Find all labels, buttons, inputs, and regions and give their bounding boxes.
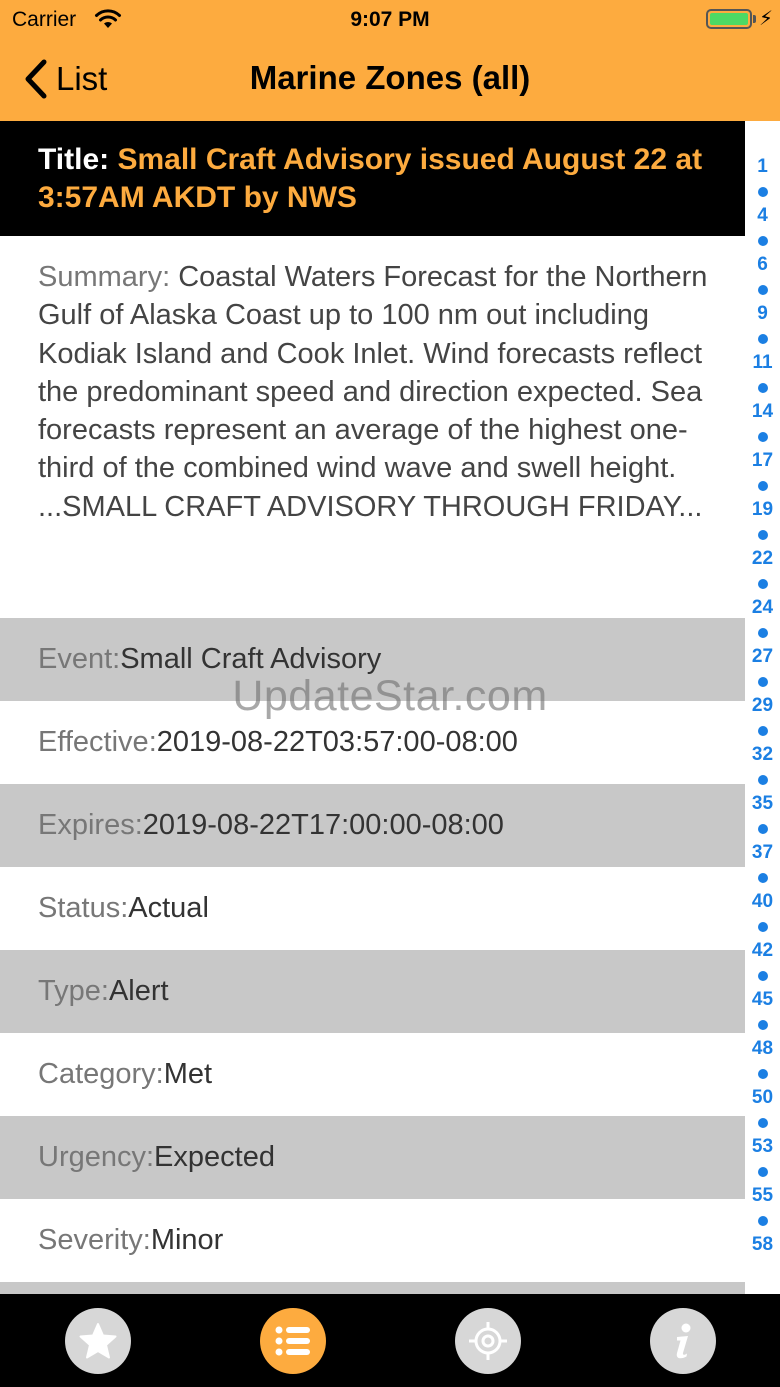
section-index-dot [757, 970, 768, 981]
section-index-dot [757, 235, 768, 246]
urgency-value: Expected [154, 1141, 275, 1173]
section-index-dot [757, 578, 768, 589]
expires-row: Expires: 2019-08-22T17:00:00-08:00 [0, 784, 745, 867]
section-index-item[interactable]: 50 [752, 1086, 773, 1111]
event-value: Small Craft Advisory [120, 643, 382, 675]
section-index-dot [757, 676, 768, 687]
section-index-item[interactable]: 35 [752, 792, 773, 817]
severity-label: Severity: [38, 1224, 151, 1256]
section-index-dot [757, 823, 768, 834]
section-index-item[interactable]: 19 [752, 498, 773, 523]
urgency-row: Urgency: Expected [0, 1116, 745, 1199]
status-label: Status: [38, 892, 129, 924]
status-time: 9:07 PM [350, 8, 430, 31]
alert-summary-row: Summary: Coastal Waters Forecast for the… [0, 236, 745, 618]
tab-location[interactable] [455, 1308, 521, 1374]
star-icon [79, 1323, 117, 1359]
section-index-item[interactable]: 32 [752, 743, 773, 768]
section-index-item[interactable]: 1 [757, 155, 768, 180]
severity-value: Minor [150, 1224, 224, 1256]
section-index-dot [757, 1166, 768, 1177]
alert-detail-list[interactable]: Title: Small Craft Advisory issued Augus… [0, 121, 745, 1294]
section-index-item[interactable]: 11 [752, 351, 772, 376]
page-title: Marine Zones (all) [249, 59, 531, 96]
section-index-dot [757, 1019, 768, 1030]
section-index-dot [757, 529, 768, 540]
list-icon [275, 1326, 310, 1356]
event-label: Event: [38, 643, 121, 675]
section-index-dot [757, 872, 768, 883]
section-index-dot [757, 627, 768, 638]
section-index-dot [757, 774, 768, 785]
battery-icon [706, 9, 752, 29]
effective-label: Effective: [38, 726, 157, 758]
section-index-item[interactable]: 58 [752, 1233, 773, 1258]
summary-value: Coastal Waters Forecast for the Northern… [38, 261, 708, 523]
section-index-dot [757, 725, 768, 736]
expires-value: 2019-08-22T17:00:00-08:00 [142, 809, 504, 841]
section-index[interactable]: 1 4 6 9 11 14 17 19 22 24 27 29 32 35 37 40 42 45 48 50 53 55… [745, 155, 780, 1258]
section-index-item[interactable]: 55 [752, 1184, 773, 1209]
category-value: Met [163, 1058, 213, 1090]
section-index-item[interactable]: 17 [752, 449, 773, 474]
section-index-dot [757, 1068, 768, 1079]
section-index-item[interactable]: 40 [752, 890, 773, 915]
section-index-item[interactable]: 6 [757, 253, 768, 278]
section-index-dot [757, 921, 768, 932]
section-index-item[interactable]: 29 [752, 694, 773, 719]
section-index-item[interactable]: 53 [752, 1135, 773, 1160]
category-label: Category: [38, 1058, 164, 1090]
section-index-item[interactable]: 22 [752, 547, 773, 572]
section-index-dot [757, 284, 768, 295]
summary-label: Summary: [38, 261, 179, 293]
tab-favorites[interactable] [65, 1308, 131, 1374]
section-index-dot [757, 382, 768, 393]
target-icon [469, 1322, 507, 1360]
status-row: Status: Actual [0, 867, 745, 950]
severity-row: Severity: Minor [0, 1199, 745, 1282]
event-row: Event: Small Craft Advisory [0, 618, 745, 701]
section-index-item[interactable]: 45 [752, 988, 773, 1013]
type-label: Type: [38, 975, 109, 1007]
expires-label: Expires: [38, 809, 143, 841]
section-index-item[interactable]: 9 [757, 302, 768, 327]
type-row: Type: Alert [0, 950, 745, 1033]
section-index-dot [757, 186, 768, 197]
section-index-item[interactable]: 24 [752, 596, 773, 621]
section-index-item[interactable]: 27 [752, 645, 773, 670]
section-index-item[interactable]: 14 [752, 400, 773, 425]
section-index-item[interactable]: 4 [757, 204, 768, 229]
next-row [0, 1282, 745, 1294]
status-bar: Carrier 9:07 PM ⚡ [0, 0, 780, 40]
status-value: Actual [128, 892, 209, 924]
section-index-dot [757, 480, 768, 491]
charging-icon: ⚡ [759, 8, 774, 30]
effective-value: 2019-08-22T03:57:00-08:00 [156, 726, 518, 758]
section-index-item[interactable]: 48 [752, 1037, 773, 1062]
section-index-item[interactable]: 37 [752, 841, 773, 866]
urgency-label: Urgency: [38, 1141, 155, 1173]
effective-row: Effective: 2019-08-22T03:57:00-08:00 [0, 701, 745, 784]
section-index-dot [757, 1117, 768, 1128]
navigation-bar: List Marine Zones (all) [0, 40, 780, 121]
section-index-dot [757, 431, 768, 442]
tab-bar [0, 1294, 780, 1387]
section-index-dot [757, 1215, 768, 1226]
info-icon [676, 1323, 691, 1359]
alert-title-row: Title: Small Craft Advisory issued Augus… [0, 121, 745, 236]
title-label: Title: [38, 143, 118, 176]
section-index-dot [757, 333, 768, 344]
alert-title-value: Small Craft Advisory issued August 22 at… [38, 143, 703, 214]
section-index-item[interactable]: 42 [752, 939, 773, 964]
tab-list[interactable] [260, 1308, 326, 1374]
category-row: Category: Met [0, 1033, 745, 1116]
tab-info[interactable] [650, 1308, 716, 1374]
type-value: Alert [108, 975, 169, 1007]
